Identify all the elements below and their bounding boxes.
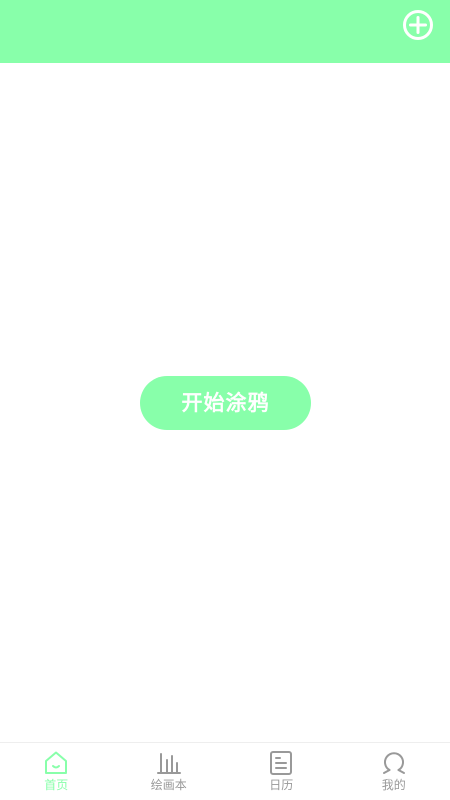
bottom-nav: 首页 绘画本 日历 我的: [0, 742, 450, 800]
nav-label-mine: 我的: [381, 778, 406, 792]
app-screen: 开始涂鸦 首页 绘画本 日历 我的: [0, 0, 450, 800]
nav-label-drawing-book: 绘画本: [150, 778, 187, 792]
nav-item-home[interactable]: 首页: [0, 743, 113, 800]
nav-item-mine[interactable]: 我的: [338, 743, 450, 800]
profile-icon: [381, 750, 407, 776]
nav-label-home: 首页: [44, 778, 69, 792]
plus-circle-icon: [403, 10, 433, 40]
nav-item-calendar[interactable]: 日历: [225, 743, 338, 800]
start-doodle-button[interactable]: 开始涂鸦: [140, 376, 311, 430]
main-content: 开始涂鸦: [0, 63, 450, 742]
nav-label-calendar: 日历: [269, 778, 294, 792]
bar-chart-icon: [156, 750, 182, 776]
home-icon: [43, 750, 69, 776]
document-icon: [268, 750, 294, 776]
add-button[interactable]: [402, 9, 434, 41]
nav-item-drawing-book[interactable]: 绘画本: [113, 743, 226, 800]
top-bar: [0, 0, 450, 63]
